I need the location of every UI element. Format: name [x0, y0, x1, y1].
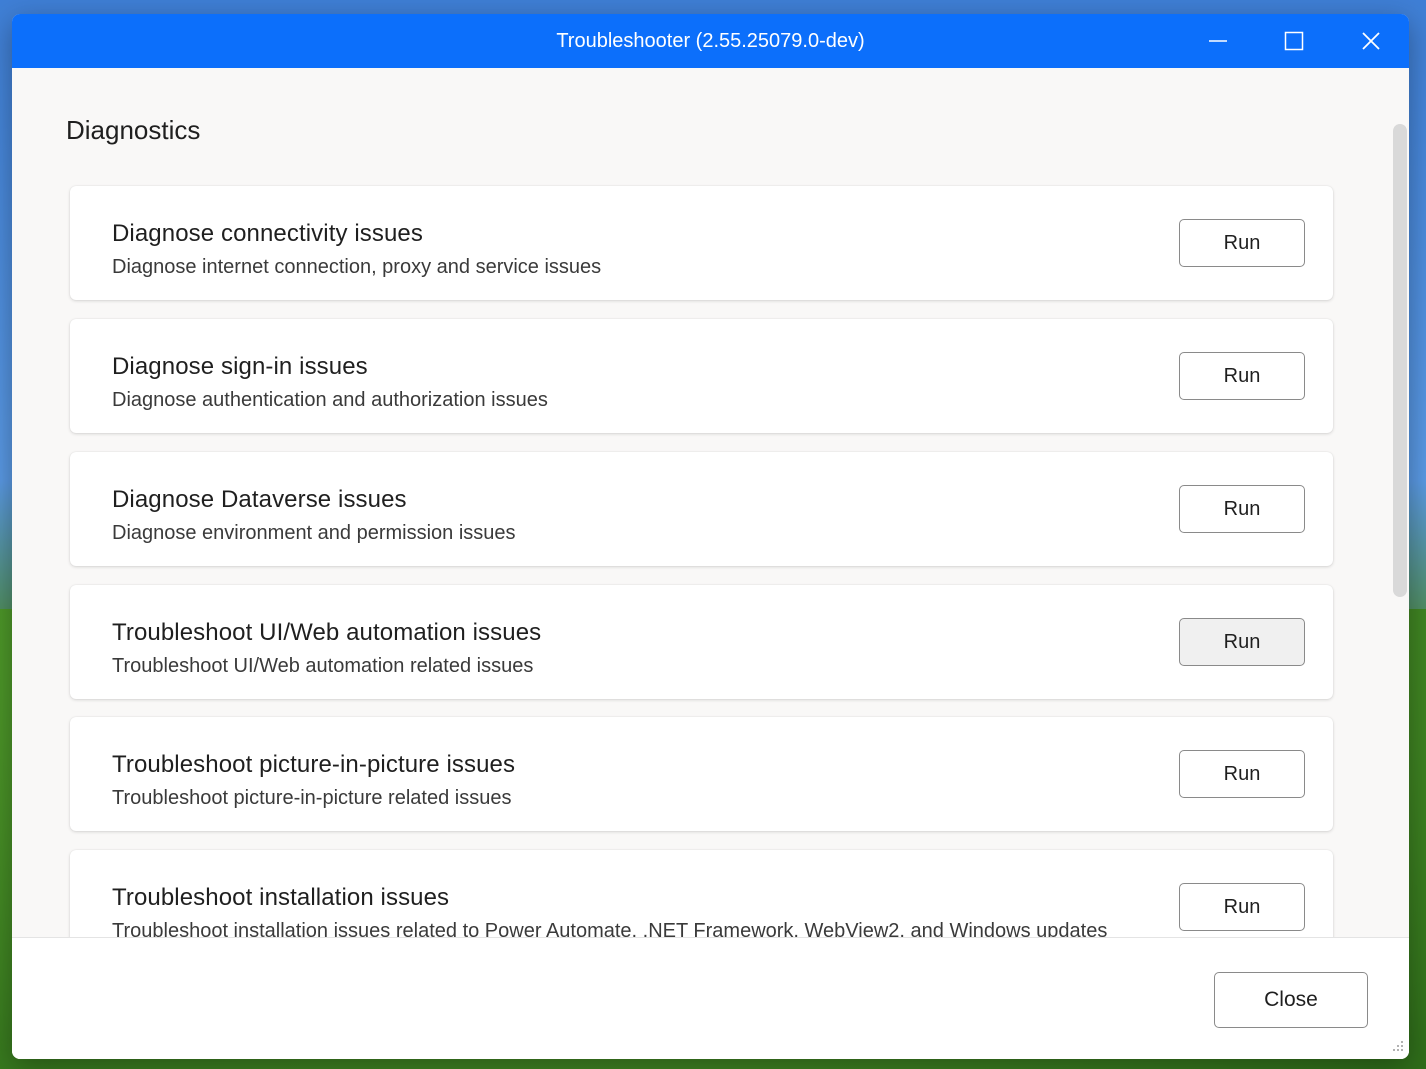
run-picture-in-picture-button[interactable]: Run	[1179, 750, 1305, 798]
dialog-footer: Close	[12, 937, 1409, 1059]
card-description: Diagnose authentication and authorizatio…	[112, 389, 548, 411]
card-title: Troubleshoot installation issues	[112, 884, 450, 911]
card-title: Diagnose connectivity issues	[112, 220, 423, 247]
card-title: Diagnose sign-in issues	[112, 353, 368, 380]
run-sign-in-button[interactable]: Run	[1179, 352, 1305, 400]
card-description: Troubleshoot picture-in-picture related …	[112, 787, 512, 809]
card-connectivity: Diagnose connectivity issues Diagnose in…	[70, 186, 1333, 300]
card-sign-in: Diagnose sign-in issues Diagnose authent…	[70, 319, 1333, 433]
card-description: Diagnose internet connection, proxy and …	[112, 256, 602, 278]
close-icon	[1362, 32, 1380, 50]
run-ui-web-automation-button[interactable]: Run	[1179, 618, 1305, 666]
card-dataverse: Diagnose Dataverse issues Diagnose envir…	[70, 452, 1333, 566]
card-description: Troubleshoot UI/Web automation related i…	[112, 655, 534, 677]
card-picture-in-picture: Troubleshoot picture-in-picture issues T…	[70, 717, 1333, 831]
maximize-button[interactable]	[1256, 14, 1332, 68]
minimize-icon	[1209, 40, 1227, 42]
card-description: Diagnose environment and permission issu…	[112, 522, 516, 544]
page-title: Diagnostics	[66, 115, 201, 145]
troubleshooter-window: Troubleshooter (2.55.25079.0-dev) Diagno…	[12, 14, 1409, 1059]
close-button[interactable]: Close	[1214, 972, 1368, 1028]
minimize-button[interactable]	[1180, 14, 1256, 68]
card-title: Diagnose Dataverse issues	[112, 486, 407, 513]
vertical-scrollbar[interactable]	[1393, 124, 1407, 597]
run-installation-button[interactable]: Run	[1179, 883, 1305, 931]
run-connectivity-button[interactable]: Run	[1179, 219, 1305, 267]
card-title: Troubleshoot picture-in-picture issues	[112, 751, 516, 778]
resize-grip-icon[interactable]	[1388, 1038, 1404, 1054]
card-ui-web-automation: Troubleshoot UI/Web automation issues Tr…	[70, 585, 1333, 699]
window-close-button[interactable]	[1333, 14, 1409, 68]
card-installation: Troubleshoot installation issues Trouble…	[70, 850, 1333, 937]
diagnostics-content: Diagnostics Diagnose connectivity issues…	[12, 68, 1409, 937]
run-dataverse-button[interactable]: Run	[1179, 485, 1305, 533]
card-description: Troubleshoot installation issues related…	[112, 920, 1108, 937]
card-title: Troubleshoot UI/Web automation issues	[112, 619, 542, 646]
title-bar[interactable]: Troubleshooter (2.55.25079.0-dev)	[12, 14, 1409, 68]
maximize-icon	[1284, 31, 1304, 51]
